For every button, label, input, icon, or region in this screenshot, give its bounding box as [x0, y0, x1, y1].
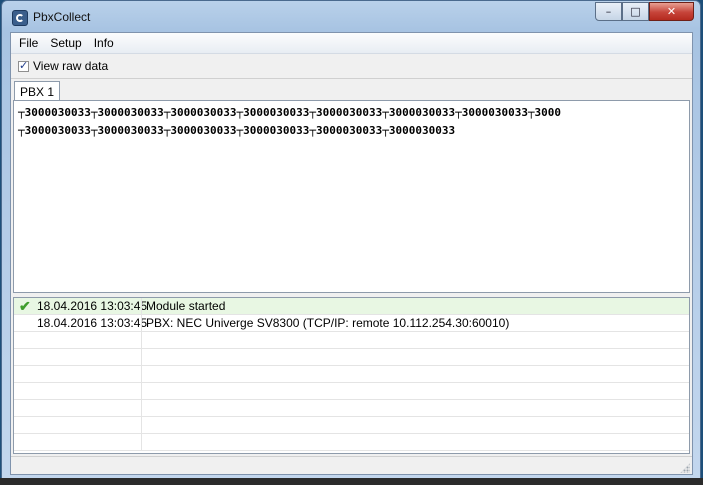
checkmark-icon: ✔	[19, 298, 31, 314]
menu-file[interactable]: File	[13, 36, 44, 50]
raw-data-panel[interactable]: ┬3000030033┬3000030033┬3000030033┬300003…	[13, 100, 690, 293]
log-time: 18.04.2016 13:03:45	[37, 299, 148, 313]
log-time: 18.04.2016 13:03:45	[37, 316, 148, 330]
menu-info[interactable]: Info	[88, 36, 120, 50]
column-divider	[141, 332, 142, 349]
column-divider	[141, 366, 142, 383]
close-icon: ✕	[666, 5, 677, 18]
column-divider	[141, 400, 142, 417]
close-button[interactable]: ✕	[649, 2, 694, 21]
column-divider	[141, 349, 142, 366]
window-title: PbxCollect	[33, 10, 91, 24]
log-message: PBX: NEC Univerge SV8300 (TCP/IP: remote…	[146, 316, 510, 330]
maximize-icon: □	[630, 5, 641, 18]
log-row[interactable]: 18.04.2016 13:03:45 PBX: NEC Univerge SV…	[14, 315, 689, 332]
menu-setup[interactable]: Setup	[44, 36, 87, 50]
minimize-button[interactable]: –	[595, 2, 622, 21]
raw-data-line: ┬3000030033┬3000030033┬3000030033┬300003…	[18, 106, 562, 119]
status-bar	[11, 456, 692, 474]
log-row[interactable]	[14, 349, 689, 366]
log-message: Module started	[146, 299, 226, 313]
column-divider	[141, 434, 142, 451]
log-row[interactable]	[14, 383, 689, 400]
taskbar-edge	[0, 478, 703, 485]
tab-pbx-1[interactable]: PBX 1	[14, 81, 61, 101]
view-raw-data-checkbox[interactable]: ✓	[18, 58, 29, 72]
client-area: File Setup Info ✓ View raw data PBX 1 ┬3…	[10, 32, 693, 475]
log-row[interactable]	[14, 400, 689, 417]
log-row[interactable]	[14, 366, 689, 383]
checkmark-icon: ✓	[19, 58, 29, 72]
view-raw-data-label[interactable]: View raw data	[33, 59, 108, 73]
menu-bar: File Setup Info	[11, 33, 692, 54]
toolbar: ✓ View raw data	[11, 54, 692, 79]
log-row[interactable]	[14, 332, 689, 349]
resize-grip-icon[interactable]	[680, 463, 690, 473]
column-divider	[141, 417, 142, 434]
minimize-icon: –	[605, 5, 612, 18]
tab-bar: PBX 1	[11, 79, 692, 101]
maximize-button[interactable]: □	[622, 2, 649, 21]
log-row[interactable]: ✔ 18.04.2016 13:03:45 Module started	[14, 298, 689, 315]
pbx-app-icon[interactable]	[12, 10, 28, 26]
log-row[interactable]	[14, 434, 689, 451]
raw-data-line: ┬3000030033┬3000030033┬3000030033┬300003…	[18, 124, 456, 137]
column-divider	[141, 315, 142, 332]
app-window: PbxCollect – □ ✕ File Setup Info ✓ View …	[1, 0, 701, 481]
title-bar[interactable]: PbxCollect – □ ✕	[2, 1, 700, 33]
column-divider	[141, 298, 142, 315]
log-list[interactable]: ✔ 18.04.2016 13:03:45 Module started 18.…	[13, 297, 690, 454]
window-controls: – □ ✕	[595, 2, 694, 21]
column-divider	[141, 383, 142, 400]
log-row[interactable]	[14, 417, 689, 434]
